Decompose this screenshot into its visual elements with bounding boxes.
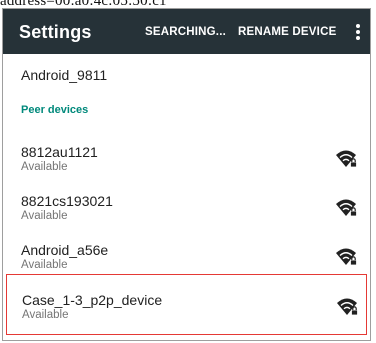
peer-name: Case_1-3_p2p_device [22,292,163,308]
wifi-lock-icon [336,248,357,266]
peer-name: Android_a56e [21,242,109,258]
this-device-name: Android_9811 [21,67,108,83]
peer-status: Available [21,259,68,271]
wifi-direct-settings-screen: Settings SEARCHING... RENAME DEVICE Andr… [2,8,371,341]
peer-status: Available [22,309,69,321]
peer-status: Available [21,161,68,173]
peer-name: 8812au1121 [21,144,98,160]
peer-name: 8821cs193021 [21,193,113,209]
overflow-caption-text: address=00:a0:4c:05:50:c1 [0,0,167,9]
peer-devices-header: Peer devices [21,104,89,116]
app-bar-title: Settings [19,22,92,42]
peer-item-8821cs193021[interactable]: 8821cs193021 Available [3,185,370,233]
peer-item-8812au1121[interactable]: 8812au1121 Available [3,136,370,184]
peer-item-case-1-3-p2p-device[interactable]: Case_1-3_p2p_device Available [6,274,367,335]
more-vert-icon[interactable] [353,23,363,41]
app-bar: Settings SEARCHING... RENAME DEVICE [3,9,370,54]
searching-button[interactable]: SEARCHING... [145,26,226,39]
wifi-lock-icon [337,298,358,316]
wifi-lock-icon [336,150,357,168]
rename-device-button[interactable]: RENAME DEVICE [238,26,336,39]
peer-status: Available [21,210,68,222]
wifi-lock-icon [336,199,357,217]
